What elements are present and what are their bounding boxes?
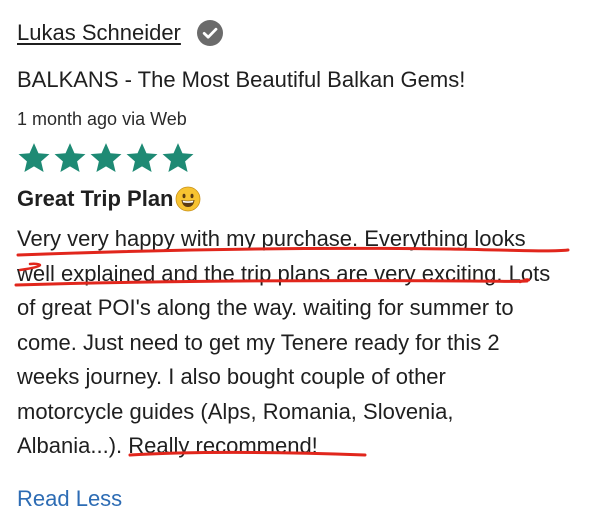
trip-title: BALKANS - The Most Beautiful Balkan Gems… (17, 67, 466, 92)
review-body-line: well explained and the trip plans are ve… (17, 260, 551, 286)
review-body-line: weeks journey. I also bought couple of o… (17, 364, 446, 389)
star-icon (161, 142, 195, 174)
star-icon (53, 142, 87, 174)
review-meta: 1 month ago via Web (17, 109, 187, 129)
star-icon (89, 142, 123, 174)
review-body-line: come. Just need to get my Tenere ready f… (17, 329, 500, 355)
grinning-face-emoji-icon (175, 186, 201, 212)
review-body-line: Albania...). Really recommend! (17, 433, 318, 458)
star-icon (125, 142, 159, 174)
review-body-line: motorcycle guides (Alps, Romania, Sloven… (17, 398, 454, 424)
review-headline: Great Trip Plan (17, 186, 201, 212)
verified-check-icon (196, 20, 223, 46)
star-rating (17, 142, 195, 174)
review-body: Very very happy with my purchase. Everyt… (17, 222, 587, 464)
review-body-line: of great POI's along the way. waiting fo… (17, 295, 514, 320)
review-card: Lukas Schneider BALKANS - The Most Beaut… (0, 0, 600, 525)
author-name-link[interactable]: Lukas Schneider (17, 20, 181, 46)
star-icon (17, 142, 51, 174)
headline-text: Great Trip Plan (17, 186, 174, 211)
author-row: Lukas Schneider (17, 20, 223, 46)
review-body-line: Very very happy with my purchase. Everyt… (17, 226, 526, 251)
read-less-link[interactable]: Read Less (17, 486, 122, 512)
